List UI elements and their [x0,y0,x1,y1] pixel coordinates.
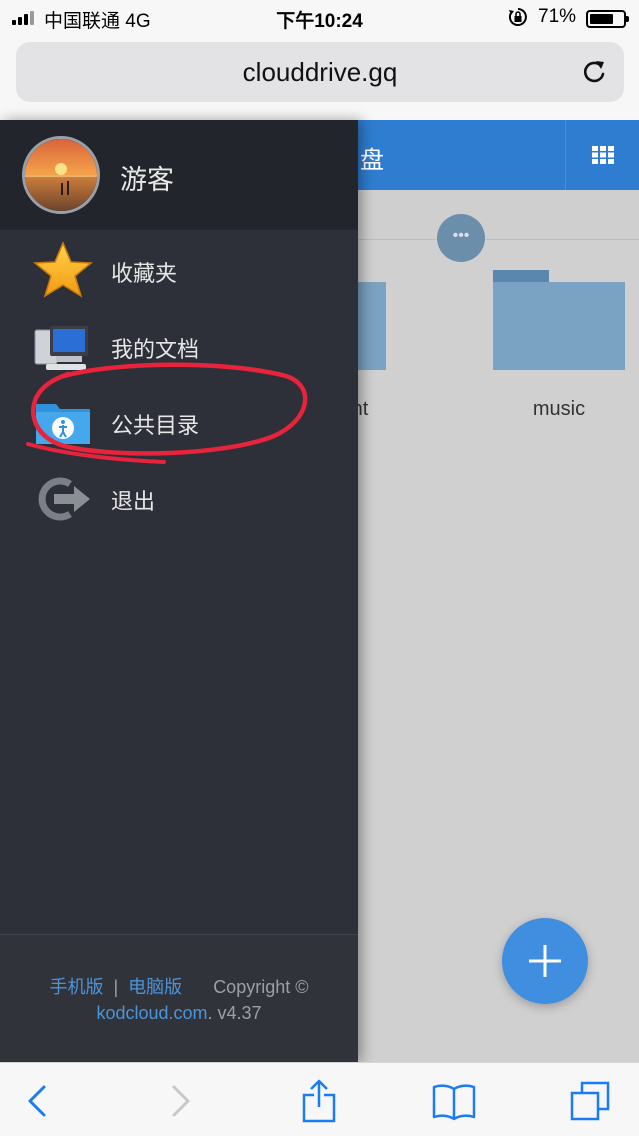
battery-icon [586,10,629,28]
grid-view-icon[interactable] [592,146,614,164]
plus-icon [529,945,561,977]
add-button[interactable] [502,918,588,1004]
avatar[interactable] [22,136,100,214]
share-icon[interactable] [297,1079,341,1123]
tabs-icon[interactable] [568,1079,612,1123]
menu-label: 公共目录 [111,413,200,438]
battery-percent: 71% [538,6,577,27]
kodcloud-link[interactable]: kodcloud.com [96,1003,207,1023]
browser-address-area: clouddrive.gq [0,36,639,120]
star-icon [33,241,93,298]
url-text[interactable]: clouddrive.gq [16,42,624,102]
menu-item-my-documents[interactable]: 我的文档 [0,310,358,382]
menu-item-logout[interactable]: 退出 [0,462,358,534]
side-drawer: 游客 收藏夹 我的文档 公共目录 退出 手机版 | 电脑版 Copyright … [0,120,358,1062]
reload-icon[interactable] [580,58,608,86]
back-icon[interactable] [16,1079,60,1123]
more-icon[interactable]: ••• [437,214,485,262]
computer-icon [34,326,88,370]
header-divider [565,120,566,190]
user-panel[interactable]: 游客 [0,120,358,230]
address-bar[interactable]: clouddrive.gq [16,42,624,102]
app-header-title: 盘 [360,147,384,174]
copyright-text: Copyright © [213,977,309,997]
status-bar: 中国联通 4G 下午10:24 71% [0,0,639,36]
footer-separator: | [113,977,119,997]
menu-label: 我的文档 [111,337,200,362]
desktop-version-link[interactable]: 电脑版 [128,977,182,997]
public-folder-icon [36,404,90,444]
mobile-version-link[interactable]: 手机版 [49,977,103,997]
drawer-footer: 手机版 | 电脑版 Copyright © kodcloud.com. v4.37 [0,934,358,1062]
menu-item-public-folder[interactable]: 公共目录 [0,386,358,458]
forward-icon[interactable] [158,1079,202,1123]
menu-item-favorites[interactable]: 收藏夹 [0,234,358,306]
menu-label: 收藏夹 [111,261,178,286]
bookmarks-icon[interactable] [432,1079,476,1123]
user-name: 游客 [120,165,174,195]
logout-icon [38,477,90,521]
folder-name[interactable]: music [493,398,625,421]
menu-label: 退出 [111,489,156,514]
browser-toolbar [0,1062,639,1136]
version-text: . v4.37 [207,1003,262,1023]
battery-fill [590,14,613,24]
rotation-lock-icon [508,8,527,26]
